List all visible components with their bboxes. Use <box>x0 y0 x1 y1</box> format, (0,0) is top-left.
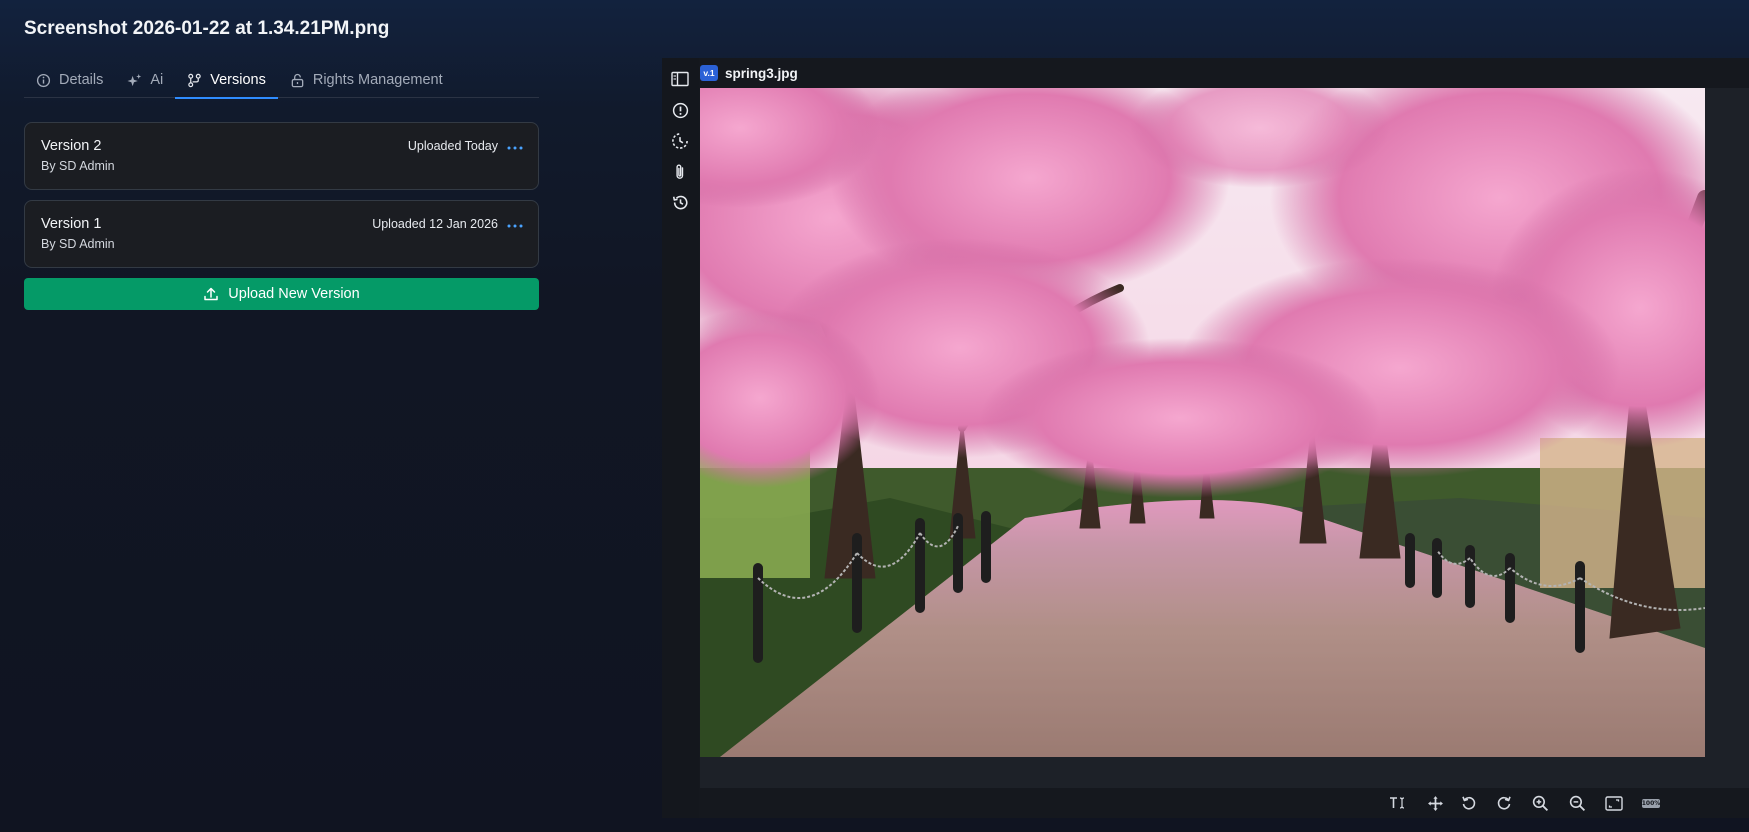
version-author: By SD Admin <box>41 159 115 173</box>
image-canvas <box>700 88 1749 788</box>
zoom-out-icon[interactable] <box>1567 794 1587 812</box>
upload-new-version-button[interactable]: Upload New Version <box>24 278 539 310</box>
sparkle-icon <box>127 73 142 88</box>
version-badge: v.1 <box>700 65 718 81</box>
attachment-icon[interactable] <box>670 162 690 182</box>
tab-ai[interactable]: Ai <box>115 62 175 98</box>
lock-icon <box>290 73 305 88</box>
info-icon[interactable] <box>670 100 690 120</box>
file-name: spring3.jpg <box>725 65 798 81</box>
upload-icon <box>203 286 219 302</box>
version-upload-date: Uploaded 12 Jan 2026 <box>372 217 498 231</box>
version-name: Version 2 <box>41 138 102 154</box>
version-upload-date: Uploaded Today <box>407 139 498 153</box>
viewer-toolbar: 100% <box>662 788 1749 818</box>
version-card-2[interactable]: Version 2 By SD Admin Uploaded Today <box>24 122 539 190</box>
viewer-side-rail <box>662 58 699 818</box>
file-viewer: v.1 spring3.jpg 100% <box>662 58 1749 818</box>
info-icon <box>36 73 51 88</box>
tab-details[interactable]: Details <box>24 62 115 98</box>
version-card-1[interactable]: Version 1 By SD Admin Uploaded 12 Jan 20… <box>24 200 539 268</box>
tab-bar: Details Ai Versions Rights Management <box>24 62 539 99</box>
text-select-icon[interactable] <box>1388 794 1408 812</box>
tab-label: Ai <box>150 72 164 88</box>
tab-label: Versions <box>210 72 266 88</box>
history-icon[interactable] <box>670 192 690 212</box>
more-options-icon[interactable] <box>506 218 524 228</box>
more-options-icon[interactable] <box>506 140 524 150</box>
version-name: Version 1 <box>41 216 102 232</box>
fit-screen-icon[interactable] <box>1604 794 1624 812</box>
preview-image <box>700 88 1705 757</box>
zoom-in-icon[interactable] <box>1530 794 1550 812</box>
version-author: By SD Admin <box>41 237 115 251</box>
tab-label: Details <box>59 72 104 88</box>
tab-versions[interactable]: Versions <box>175 62 278 99</box>
rotate-right-icon[interactable] <box>1494 794 1514 812</box>
upload-button-label: Upload New Version <box>228 286 360 302</box>
file-header: v.1 spring3.jpg <box>700 62 798 84</box>
actual-size-icon[interactable]: 100% <box>1642 799 1660 808</box>
rotate-left-icon[interactable] <box>1459 794 1479 812</box>
clock-icon[interactable] <box>670 131 690 151</box>
tab-label: Rights Management <box>312 72 443 88</box>
tab-rights-management[interactable]: Rights Management <box>278 62 455 98</box>
versions-icon <box>187 73 202 88</box>
page-title: Screenshot 2026-01-22 at 1.34.21PM.png <box>24 18 390 39</box>
move-icon[interactable] <box>1425 794 1445 812</box>
panel-toggle-icon[interactable] <box>670 69 690 89</box>
